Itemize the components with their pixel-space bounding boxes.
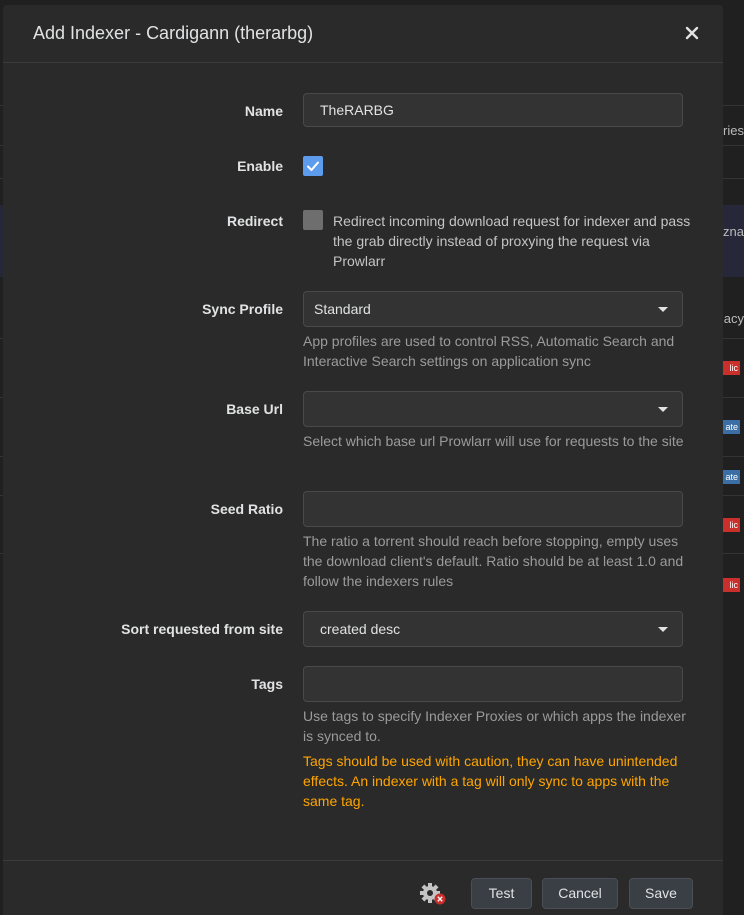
- sync-profile-value: Standard: [314, 301, 371, 317]
- seed-ratio-label: Seed Ratio: [210, 501, 283, 517]
- modal-footer: Test Cancel Save: [3, 860, 723, 915]
- base-url-help: Select which base url Prowlarr will use …: [303, 433, 684, 449]
- gear-error-icon: [420, 883, 446, 905]
- modal-header: Add Indexer - Cardigann (therarbg): [3, 5, 723, 63]
- bg-text-fragment: zna: [723, 224, 744, 239]
- save-button[interactable]: Save: [629, 878, 693, 909]
- name-label: Name: [244, 103, 283, 119]
- base-url-select[interactable]: [303, 391, 683, 427]
- bg-badge: lic: [720, 578, 740, 592]
- caret-down-icon: [658, 307, 668, 312]
- base-url-label: Base Url: [226, 401, 283, 417]
- sync-profile-label: Sync Profile: [202, 301, 283, 317]
- caret-down-icon: [658, 407, 668, 412]
- bg-text-fragment: acy: [723, 311, 744, 326]
- enable-label: Enable: [237, 158, 283, 174]
- sync-profile-help: App profiles are used to control RSS, Au…: [303, 333, 675, 369]
- redirect-help: Redirect incoming download request for i…: [333, 213, 691, 269]
- bg-text-fragment: ries: [723, 123, 744, 138]
- cancel-button[interactable]: Cancel: [542, 878, 618, 909]
- close-button[interactable]: [681, 22, 703, 44]
- caret-down-icon: [658, 627, 668, 632]
- redirect-checkbox[interactable]: [303, 210, 323, 230]
- bg-badge: ate: [720, 470, 740, 484]
- seed-ratio-input[interactable]: [303, 491, 683, 527]
- modal-title: Add Indexer - Cardigann (therarbg): [33, 23, 314, 43]
- tags-label: Tags: [251, 676, 283, 692]
- bg-badge: lic: [720, 518, 740, 532]
- tags-help: Use tags to specify Indexer Proxies or w…: [303, 708, 686, 744]
- redirect-label: Redirect: [226, 213, 283, 229]
- seed-ratio-help: The ratio a torrent should reach before …: [303, 533, 684, 589]
- sort-value: created desc: [320, 621, 401, 637]
- close-icon: [685, 26, 699, 40]
- test-button[interactable]: Test: [471, 878, 532, 909]
- sort-select[interactable]: created desc: [303, 611, 683, 647]
- tags-input[interactable]: [303, 666, 683, 702]
- bg-badge: lic: [720, 361, 740, 375]
- checkmark-icon: [307, 161, 319, 171]
- add-indexer-modal: Add Indexer - Cardigann (therarbg) Name …: [3, 5, 723, 915]
- name-input[interactable]: TheRARBG: [303, 93, 683, 127]
- sort-label: Sort requested from site: [121, 621, 283, 637]
- tags-warning: Tags should be used with caution, they c…: [303, 753, 678, 809]
- indexer-status: [419, 881, 449, 907]
- enable-checkbox[interactable]: [303, 156, 323, 176]
- sync-profile-select[interactable]: Standard: [303, 291, 683, 327]
- bg-badge: ate: [720, 420, 740, 434]
